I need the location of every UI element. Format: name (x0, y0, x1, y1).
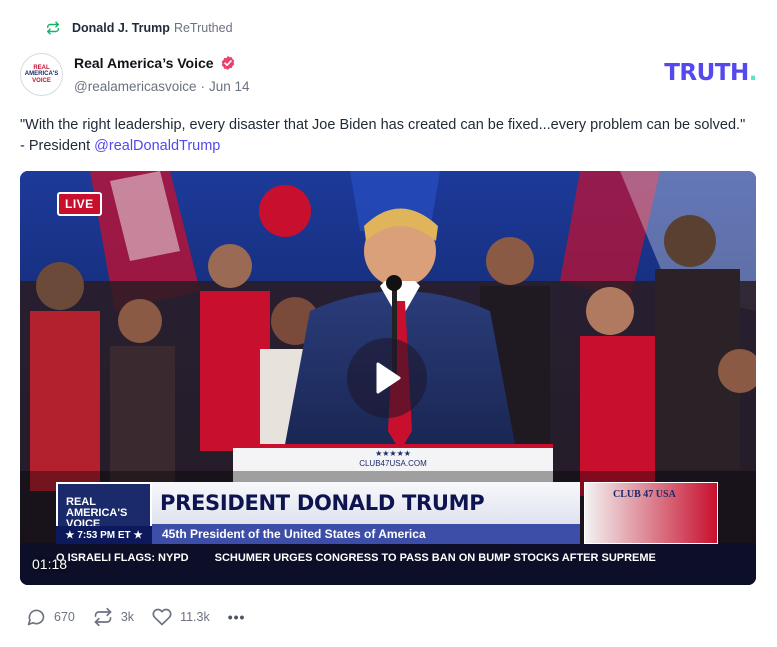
author-meta: @realamericasvoice · Jun 14 (74, 79, 250, 94)
heart-icon (152, 608, 172, 626)
play-button[interactable] (347, 338, 427, 418)
news-chyron: REAL AMERICA'S VOICE ★ 7:53 PM ET ★ PRES… (56, 482, 718, 546)
star-icon: ★ (133, 529, 143, 541)
podium-text: CLUB47USA.COM (359, 459, 427, 468)
retruth-icon (47, 21, 59, 35)
like-count: 11.3k (180, 610, 210, 624)
chyron-subheadline-box: 45th President of the United States of A… (152, 524, 580, 544)
like-button[interactable]: 11.3k (152, 607, 210, 627)
verified-badge-icon (221, 56, 234, 70)
post-date[interactable]: Jun 14 (209, 79, 250, 94)
truth-logo-text: TRUTH (664, 60, 749, 86)
author-display-name[interactable]: Real America’s Voice (74, 55, 214, 71)
chyron-time-text: 7:53 PM ET (77, 529, 131, 541)
retruth-user-link[interactable]: Donald J. Trump (72, 21, 170, 35)
retruth-button[interactable]: 3k (93, 607, 134, 627)
post-body: "With the right leadership, every disast… (20, 115, 750, 156)
author-name-row: Real America’s Voice (74, 55, 236, 71)
retruth-icon (94, 607, 112, 627)
ticker-item: O ISRAELI FLAGS: NYPD (56, 552, 189, 564)
club-47-logo: CLUB 47 USA (584, 482, 718, 544)
retruth-action-label: ReTruthed (173, 21, 233, 35)
chyron-time: ★ 7:53 PM ET ★ (56, 526, 152, 544)
star-icon: ★ (65, 529, 75, 541)
play-icon (376, 362, 401, 394)
reply-icon (27, 609, 45, 626)
chyron-headline: PRESIDENT DONALD TRUMP (160, 491, 485, 515)
truth-logo-dot: . (748, 60, 758, 86)
avatar-text-line: VOICE (32, 77, 51, 84)
retruth-count: 3k (120, 610, 135, 624)
chyron-headline-box: PRESIDENT DONALD TRUMP (152, 482, 580, 524)
post-actions: 670 3k 11.3k ••• (26, 606, 245, 628)
ticker-item: SCHUMER URGES CONGRESS TO PASS BAN ON BU… (214, 552, 656, 564)
more-options-icon: ••• (227, 609, 246, 625)
video-duration: 01:18 (32, 556, 68, 572)
meta-separator: · (200, 79, 206, 94)
truth-logo[interactable]: TRUTH. (664, 60, 757, 86)
chyron-logo-line: AMERICA'S (66, 506, 128, 519)
author-handle[interactable]: @realamericasvoice (74, 79, 197, 94)
more-options-button[interactable]: ••• (228, 609, 246, 625)
video-player[interactable]: CLUB47USA.COM ★★★★★ LIVE REAL AMERICA'S … (20, 171, 756, 585)
retruth-header: Donald J. Trump ReTruthed (46, 19, 233, 37)
chyron-logo-line: REAL (66, 495, 96, 508)
live-badge: LIVE (57, 192, 102, 216)
mention-link[interactable]: @realDonaldTrump (94, 138, 220, 154)
news-ticker: O ISRAELI FLAGS: NYPD SCHUMER URGES CONG… (56, 549, 718, 567)
chyron-subheadline: 45th President of the United States of A… (162, 527, 426, 541)
reply-button[interactable]: 670 (26, 607, 75, 627)
club-label: CLUB 47 USA (613, 489, 676, 500)
author-avatar[interactable]: REAL AMERICA'S VOICE (20, 53, 63, 96)
reply-count: 670 (54, 610, 75, 624)
svg-text:★★★★★: ★★★★★ (375, 449, 411, 458)
